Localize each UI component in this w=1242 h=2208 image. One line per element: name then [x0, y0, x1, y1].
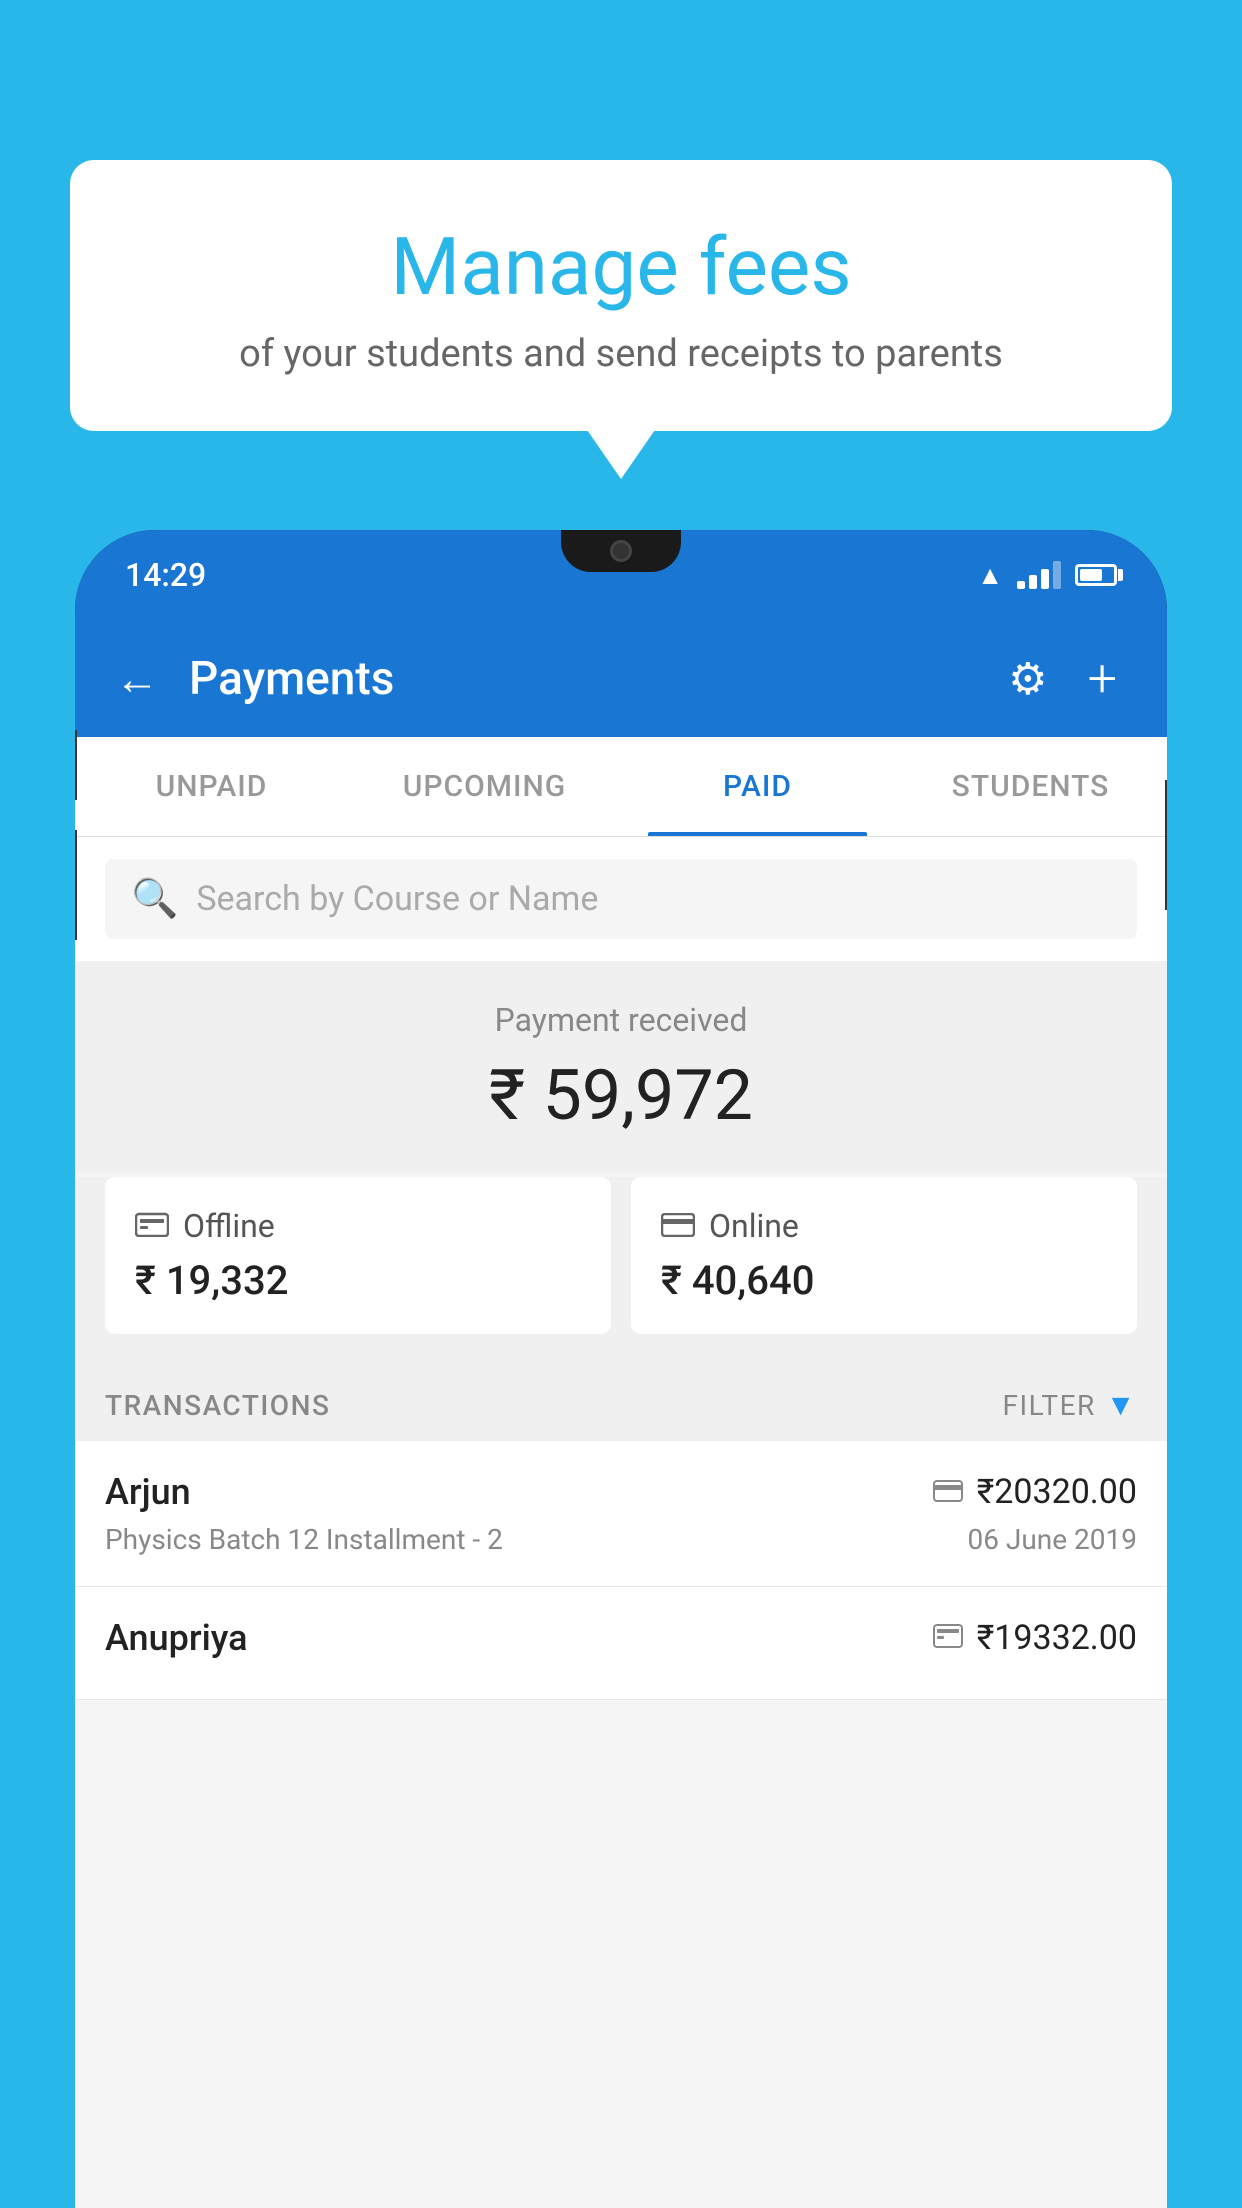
offline-card: Offline ₹ 19,332: [105, 1177, 611, 1334]
transaction-amount-wrap-1: ₹20320.00: [933, 1472, 1137, 1512]
filter-button[interactable]: FILTER ▼: [1003, 1388, 1138, 1423]
payment-cards: Offline ₹ 19,332 Online ₹ 40,640: [75, 1177, 1167, 1364]
transaction-type-icon-1: [933, 1475, 963, 1510]
offline-card-header: Offline: [135, 1207, 581, 1245]
tab-students[interactable]: STUDENTS: [894, 737, 1167, 836]
battery-icon: [1075, 564, 1117, 586]
transaction-type-icon-2: [933, 1621, 963, 1656]
header-title: Payments: [189, 652, 978, 706]
status-time: 14:29: [125, 556, 206, 594]
signal-icon: [1017, 561, 1061, 589]
payment-total-amount: ₹ 59,972: [105, 1055, 1137, 1137]
transaction-name-2: Anupriya: [105, 1617, 248, 1659]
transaction-name-1: Arjun: [105, 1471, 191, 1513]
filter-icon: ▼: [1106, 1388, 1137, 1423]
transaction-course-1: Physics Batch 12 Installment - 2: [105, 1523, 503, 1556]
payment-received-section: Payment received ₹ 59,972: [75, 961, 1167, 1173]
wifi-icon: ▲: [977, 560, 1003, 591]
battery-fill: [1080, 569, 1102, 581]
transaction-amount-wrap-2: ₹19332.00: [933, 1618, 1137, 1658]
transaction-top-2: Anupriya ₹19332.00: [105, 1617, 1137, 1659]
phone-frame: 14:29 ▲ ← Payments ⚙ + UNPAID: [75, 530, 1167, 2208]
transaction-top-1: Arjun ₹20320.00: [105, 1471, 1137, 1513]
search-bar-container: 🔍 Search by Course or Name: [75, 837, 1167, 961]
transaction-amount-2: ₹19332.00: [977, 1618, 1137, 1658]
signal-bar-2: [1029, 575, 1037, 589]
signal-bar-3: [1041, 569, 1049, 589]
online-amount: ₹ 40,640: [661, 1257, 1107, 1304]
app-header: ← Payments ⚙ +: [75, 620, 1167, 737]
transactions-header: TRANSACTIONS FILTER ▼: [75, 1364, 1167, 1441]
online-label: Online: [709, 1207, 799, 1245]
add-button[interactable]: +: [1088, 648, 1117, 709]
notch: [561, 530, 681, 572]
online-card-header: Online: [661, 1207, 1107, 1245]
offline-label: Offline: [183, 1207, 275, 1245]
settings-button[interactable]: ⚙: [1008, 653, 1047, 705]
tab-paid[interactable]: PAID: [621, 737, 894, 836]
search-input-wrapper[interactable]: 🔍 Search by Course or Name: [105, 859, 1137, 939]
transaction-row[interactable]: Arjun ₹20320.00 Physics Batch 12 Install…: [75, 1441, 1167, 1587]
signal-bar-1: [1017, 581, 1025, 589]
phone-side-button-vol-down: [75, 830, 77, 940]
transaction-bottom-1: Physics Batch 12 Installment - 2 06 June…: [105, 1523, 1137, 1556]
back-button[interactable]: ←: [115, 653, 159, 705]
tabs: UNPAID UPCOMING PAID STUDENTS: [75, 737, 1167, 837]
transactions-label: TRANSACTIONS: [105, 1389, 330, 1422]
tab-upcoming[interactable]: UPCOMING: [348, 737, 621, 836]
phone-content: 🔍 Search by Course or Name Payment recei…: [75, 837, 1167, 2208]
bubble-subtitle: of your students and send receipts to pa…: [120, 332, 1122, 376]
online-icon: [661, 1207, 695, 1245]
transaction-row[interactable]: Anupriya ₹19332.00: [75, 1587, 1167, 1700]
offline-amount: ₹ 19,332: [135, 1257, 581, 1304]
speech-bubble: Manage fees of your students and send re…: [70, 160, 1172, 431]
filter-label: FILTER: [1003, 1389, 1096, 1422]
search-input[interactable]: Search by Course or Name: [196, 879, 598, 919]
offline-icon: [135, 1207, 169, 1245]
payment-received-label: Payment received: [105, 1001, 1137, 1039]
online-card: Online ₹ 40,640: [631, 1177, 1137, 1334]
transaction-amount-1: ₹20320.00: [977, 1472, 1137, 1512]
signal-bar-4: [1053, 561, 1061, 589]
tab-unpaid[interactable]: UNPAID: [75, 737, 348, 836]
front-camera: [610, 540, 632, 562]
status-bar: 14:29 ▲: [75, 530, 1167, 620]
search-icon: 🔍: [131, 877, 178, 921]
bubble-title: Manage fees: [120, 220, 1122, 314]
transaction-date-1: 06 June 2019: [967, 1523, 1137, 1556]
status-icons: ▲: [977, 560, 1117, 591]
